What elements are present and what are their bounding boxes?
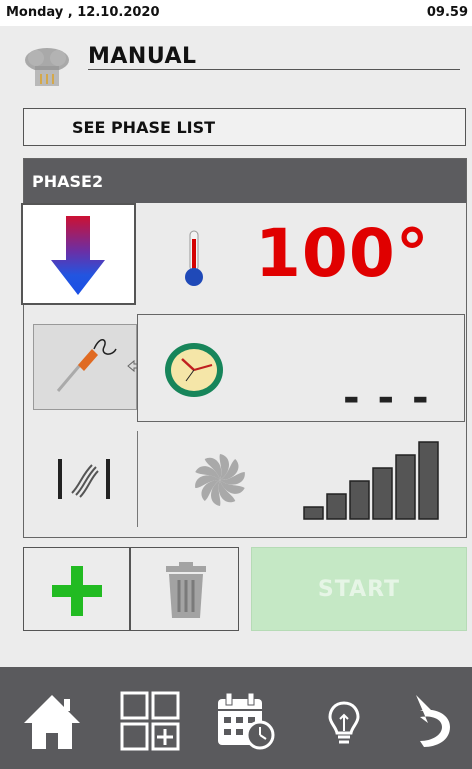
fan-speed-bar <box>395 454 416 520</box>
fan-speed-bar <box>372 467 393 520</box>
bottom-nav <box>0 667 472 769</box>
see-phase-list-button[interactable]: SEE PHASE LIST <box>23 108 466 146</box>
core-probe-icon <box>56 339 117 392</box>
mode-button[interactable] <box>21 203 136 305</box>
humidity-valve-icon[interactable] <box>54 455 114 503</box>
header: MANUAL <box>0 26 472 106</box>
row-divider <box>137 431 138 527</box>
clock-icon <box>165 343 223 397</box>
page-title: MANUAL <box>88 44 197 69</box>
timer-value: - - - <box>343 375 431 421</box>
calendar-clock-icon[interactable] <box>214 689 278 753</box>
arrow-down-icon <box>51 216 105 295</box>
core-probe-button[interactable] <box>33 324 137 410</box>
fan-speed-bar <box>326 493 347 520</box>
fan-icon[interactable] <box>192 452 248 508</box>
trash-icon <box>166 562 206 618</box>
lightbulb-icon[interactable] <box>312 689 376 753</box>
fan-speed-bar <box>303 506 324 520</box>
home-icon[interactable] <box>20 689 84 753</box>
status-time: 09.59 <box>426 5 468 20</box>
phase-header: PHASE2 <box>24 159 466 203</box>
temperature-value: 100° <box>255 215 430 292</box>
temperature-setting[interactable]: 100° <box>137 207 465 303</box>
start-label: START <box>317 576 401 602</box>
status-date: Monday , 12.10.2020 <box>6 5 160 20</box>
fan-speed-bar <box>418 441 439 520</box>
plus-icon <box>52 566 102 616</box>
phase-name: PHASE2 <box>32 172 104 191</box>
chef-hat-icon <box>22 42 72 92</box>
start-button[interactable]: START <box>251 547 467 631</box>
phase-panel: PHASE2 100° - - - <box>21 158 467 538</box>
title-underline <box>88 69 460 70</box>
timer-setting[interactable]: - - - <box>137 314 465 422</box>
fan-speed-bar <box>349 480 370 520</box>
see-phase-list-label: SEE PHASE LIST <box>72 117 216 137</box>
add-program-icon[interactable] <box>118 689 182 753</box>
back-icon[interactable] <box>402 689 466 753</box>
thermometer-icon <box>185 230 203 286</box>
fan-speed-bars[interactable] <box>302 441 444 521</box>
status-bar: Monday , 12.10.2020 09.59 <box>0 0 472 26</box>
add-phase-button[interactable] <box>23 547 130 631</box>
delete-phase-button[interactable] <box>130 547 239 631</box>
